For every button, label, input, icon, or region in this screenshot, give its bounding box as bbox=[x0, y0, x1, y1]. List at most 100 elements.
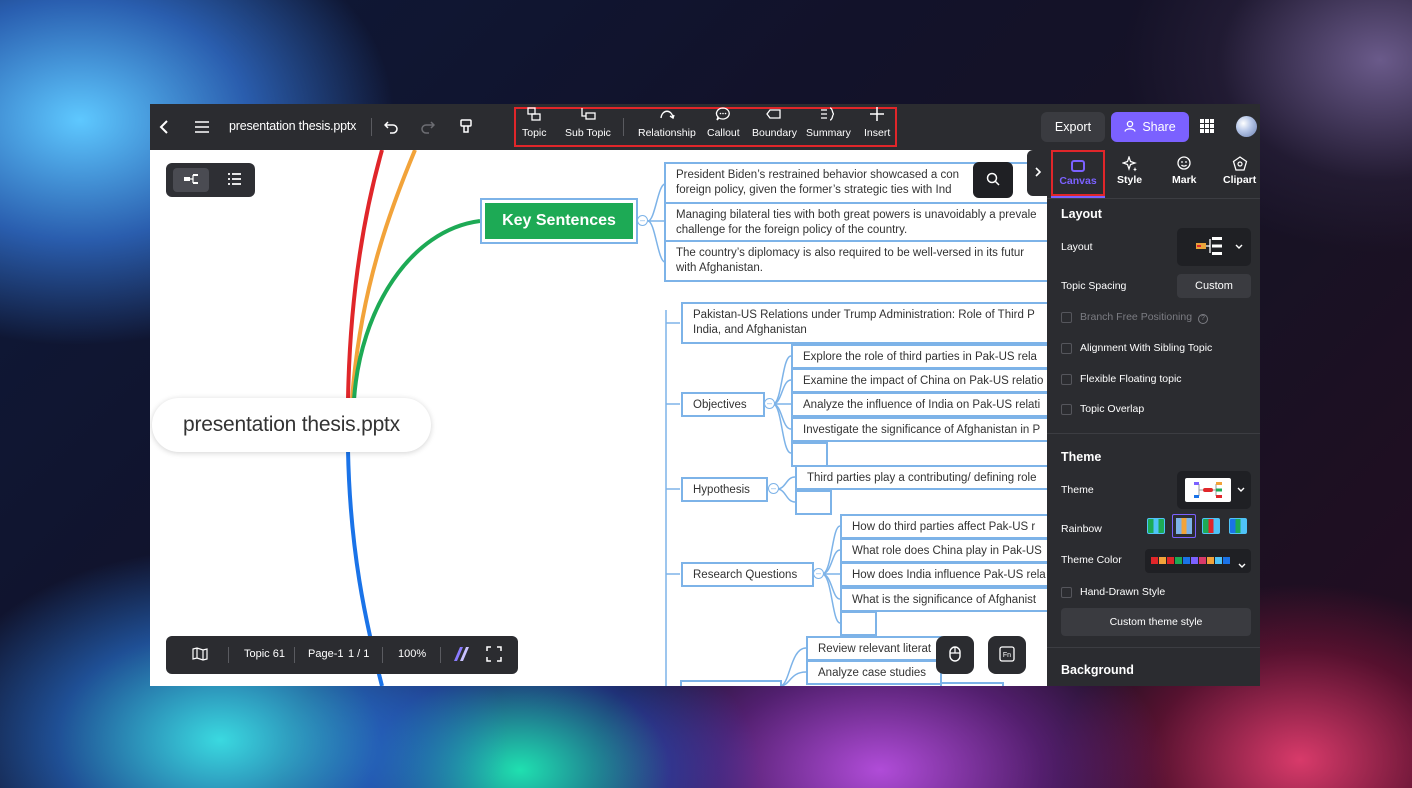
panel-collapse-button[interactable] bbox=[1027, 150, 1047, 196]
empty-topic[interactable] bbox=[795, 490, 832, 515]
redo-icon[interactable] bbox=[416, 115, 440, 139]
list-item[interactable]: The country’s diplomacy is also required… bbox=[664, 242, 1047, 282]
avatar[interactable] bbox=[1236, 116, 1257, 137]
search-button[interactable] bbox=[973, 162, 1013, 198]
chevron-right-icon bbox=[1034, 166, 1042, 180]
custom-theme-style-button[interactable]: Custom theme style bbox=[1061, 608, 1251, 636]
topic-spacing-label: Topic Spacing bbox=[1061, 280, 1127, 292]
theme-color-dropdown[interactable] bbox=[1145, 549, 1251, 573]
mindmap-view-button[interactable] bbox=[173, 168, 209, 192]
key-sentences-topic[interactable]: Key Sentences bbox=[480, 198, 638, 244]
list-item[interactable]: How does India influence Pak-US rela bbox=[840, 562, 1047, 587]
layout-label: Layout bbox=[1061, 241, 1093, 253]
apps-grid-icon[interactable] bbox=[1200, 119, 1214, 133]
layout-dropdown[interactable] bbox=[1177, 228, 1251, 266]
objectives-topic[interactable]: Objectives bbox=[681, 392, 765, 417]
divider bbox=[228, 647, 229, 663]
format-painter-icon[interactable] bbox=[454, 115, 478, 139]
collapse-toggle[interactable]: – bbox=[813, 568, 824, 579]
tab-style[interactable]: Style bbox=[1117, 155, 1143, 186]
svg-text:Fn: Fn bbox=[1003, 652, 1011, 659]
mindmap-canvas[interactable]: presentation thesis.pptx Key Sentences –… bbox=[150, 150, 1047, 686]
topic-spacing-button[interactable]: Custom bbox=[1177, 274, 1251, 298]
node-text: India, and Afghanistan bbox=[693, 324, 807, 336]
list-item[interactable]: Managing bilateral ties with both great … bbox=[664, 202, 1047, 242]
empty-topic[interactable] bbox=[940, 682, 1004, 686]
list-item[interactable]: Analyze the influence of India on Pak-US… bbox=[791, 392, 1047, 417]
mindmap-view-icon bbox=[184, 173, 198, 187]
topic-button[interactable]: Topic bbox=[522, 107, 547, 139]
back-icon[interactable] bbox=[152, 115, 176, 139]
branch-free-checkbox[interactable] bbox=[1061, 312, 1072, 323]
list-item[interactable]: How do third parties affect Pak-US r bbox=[840, 514, 1047, 539]
tab-clipart[interactable]: Clipart bbox=[1223, 156, 1256, 186]
central-topic[interactable]: presentation thesis.pptx bbox=[152, 398, 431, 452]
topic-overlap-label: Topic Overlap bbox=[1080, 403, 1145, 415]
sparkle-icon bbox=[1120, 155, 1138, 174]
map-icon[interactable] bbox=[192, 647, 208, 664]
methodology-topic[interactable] bbox=[680, 680, 782, 686]
function-key-button[interactable]: Fn bbox=[988, 636, 1026, 674]
top-toolbar: presentation thesis.pptx Topic Sub Topic bbox=[150, 104, 1260, 150]
insert-button[interactable]: Insert bbox=[864, 107, 890, 139]
mouse-mode-button[interactable] bbox=[936, 636, 974, 674]
key-sentences-label: Key Sentences bbox=[485, 203, 633, 239]
summary-button[interactable]: Summary bbox=[806, 107, 851, 139]
sub-topic-button[interactable]: Sub Topic bbox=[565, 107, 611, 139]
chevron-down-icon bbox=[1237, 485, 1245, 496]
relationship-icon bbox=[659, 107, 675, 125]
relationship-button[interactable]: Relationship bbox=[638, 107, 696, 139]
boundary-button[interactable]: Boundary bbox=[752, 107, 797, 139]
theme-color-label: Theme Color bbox=[1061, 554, 1122, 566]
search-icon bbox=[986, 172, 1000, 189]
boundary-label: Boundary bbox=[752, 127, 797, 139]
list-item[interactable]: Third parties play a contributing/ defin… bbox=[795, 465, 1047, 490]
flexible-floating-checkbox[interactable] bbox=[1061, 374, 1072, 385]
topic-overlap-checkbox[interactable] bbox=[1061, 404, 1072, 415]
export-button[interactable]: Export bbox=[1041, 112, 1105, 142]
zoom-level[interactable]: 100% bbox=[398, 648, 426, 660]
share-button[interactable]: Share bbox=[1111, 112, 1189, 142]
tab-canvas[interactable]: Canvas bbox=[1051, 150, 1105, 196]
plus-icon bbox=[870, 107, 885, 125]
tab-mark[interactable]: Mark bbox=[1172, 156, 1197, 186]
fullscreen-icon[interactable] bbox=[486, 646, 502, 665]
rainbow-option-3[interactable] bbox=[1202, 518, 1220, 534]
theme-preview-icon bbox=[1185, 478, 1231, 502]
callout-button[interactable]: Callout bbox=[707, 107, 740, 139]
file-name[interactable]: presentation thesis.pptx bbox=[229, 119, 356, 133]
list-item[interactable]: Explore the role of third parties in Pak… bbox=[791, 344, 1047, 369]
node-text: The country’s diplomacy is also required… bbox=[676, 247, 1025, 259]
rainbow-label: Rainbow bbox=[1061, 523, 1102, 535]
list-item[interactable]: Review relevant literat bbox=[806, 636, 942, 661]
title-topic[interactable]: Pakistan-US Relations under Trump Admini… bbox=[681, 302, 1047, 344]
page-label[interactable]: Page-1 bbox=[308, 648, 343, 660]
list-item[interactable]: What role does China play in Pak-US bbox=[840, 538, 1047, 563]
rainbow-option-1[interactable] bbox=[1147, 518, 1165, 534]
collapse-toggle[interactable]: – bbox=[637, 215, 648, 226]
ai-icon[interactable] bbox=[452, 646, 470, 665]
help-icon[interactable]: ? bbox=[1197, 314, 1208, 324]
list-item[interactable]: Analyze case studies bbox=[806, 660, 942, 685]
collapse-toggle[interactable]: – bbox=[768, 483, 779, 494]
list-item[interactable]: Examine the impact of China on Pak-US re… bbox=[791, 368, 1047, 393]
outline-view-button[interactable] bbox=[220, 168, 248, 192]
theme-dropdown[interactable] bbox=[1177, 471, 1251, 509]
collapse-toggle[interactable]: – bbox=[764, 398, 775, 409]
node-text: with Afghanistan. bbox=[676, 262, 763, 274]
empty-topic[interactable] bbox=[840, 611, 877, 636]
rainbow-option-2[interactable] bbox=[1172, 514, 1196, 538]
list-item[interactable]: Investigate the significance of Afghanis… bbox=[791, 417, 1047, 442]
list-item[interactable]: What is the significance of Afghanist bbox=[840, 587, 1047, 612]
rainbow-option-4[interactable] bbox=[1229, 518, 1247, 534]
relationship-label: Relationship bbox=[638, 127, 696, 139]
hand-drawn-checkbox[interactable] bbox=[1061, 587, 1072, 598]
empty-topic[interactable] bbox=[791, 442, 828, 467]
undo-icon[interactable] bbox=[379, 115, 403, 139]
research-questions-topic[interactable]: Research Questions bbox=[681, 562, 814, 587]
menu-icon[interactable] bbox=[190, 115, 214, 139]
hand-drawn-label: Hand-Drawn Style bbox=[1080, 586, 1166, 598]
alignment-checkbox[interactable] bbox=[1061, 343, 1072, 354]
tab-style-label: Style bbox=[1117, 174, 1143, 186]
hypothesis-topic[interactable]: Hypothesis bbox=[681, 477, 768, 502]
